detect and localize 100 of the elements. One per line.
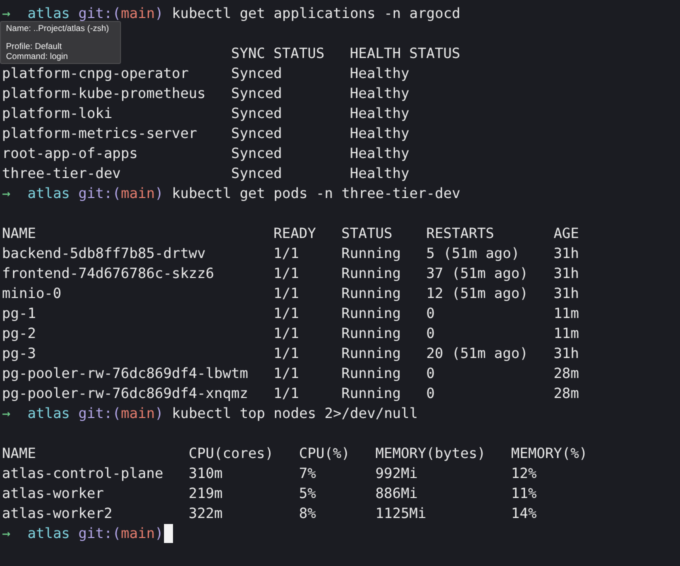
command-text: kubectl get pods -n three-tier-dev <box>172 186 460 202</box>
table-cell-text: 1/1 <box>274 265 300 284</box>
table-cell-text: pg-pooler-rw-76dc869df4-xnqmz <box>2 385 248 404</box>
table-cell-text: 0 <box>426 385 436 404</box>
git-label-close: ) <box>154 526 164 542</box>
column-header: HEALTH STATUS <box>350 45 460 64</box>
table-cell-text: minio-0 <box>2 285 62 304</box>
table-cell-text: Running <box>341 245 401 264</box>
table-cell-text: 12 (51m ago) <box>426 285 528 304</box>
table-cell-text: 11% <box>511 485 538 504</box>
command-text: kubectl top nodes 2>/dev/null <box>172 406 418 422</box>
git-label-close: ) <box>154 6 164 22</box>
table-cell-text: Synced <box>231 105 284 124</box>
command-text: kubectl get applications -n argocd <box>172 6 460 22</box>
column-header: CPU(cores) <box>188 445 274 464</box>
table-cell-text: 28m <box>554 385 580 404</box>
table-cell-text: 7% <box>298 465 317 484</box>
git-branch: main <box>120 406 155 422</box>
tooltip-text: Profile: Default <box>6 41 63 51</box>
table-cell-text: 322m <box>188 505 224 524</box>
table-cell-text: 31h <box>554 265 580 284</box>
table-cell-text: 310m <box>188 465 224 484</box>
table-cell-text: atlas-worker2 <box>2 505 114 524</box>
table-cell-text: Synced <box>231 145 284 164</box>
tooltip-text: Name: ..Project/atlas (-zsh) <box>6 23 110 33</box>
git-label: git:( <box>78 526 121 542</box>
table-cell-text: 28m <box>554 365 580 384</box>
table-cell-text: 1/1 <box>274 365 300 384</box>
table-cell-text: Healthy <box>350 165 410 184</box>
git-branch: main <box>120 186 155 202</box>
table-cell-text: 0 <box>426 305 436 324</box>
tooltip-text: Command: login <box>6 51 69 61</box>
git-label: git:( <box>78 186 121 202</box>
table-cell-text: Running <box>341 325 401 344</box>
table-cell-text: pg-3 <box>2 345 37 364</box>
table-cell-text: Running <box>341 365 401 384</box>
table-cell-text: 1/1 <box>274 325 300 344</box>
prompt-directory: atlas <box>27 6 70 22</box>
column-header: AGE <box>554 225 580 244</box>
table-cell-text: 5% <box>298 485 317 504</box>
table-cell-text: Healthy <box>350 125 410 144</box>
column-header: NAME <box>2 225 37 244</box>
table-cell-text: 12% <box>511 465 538 484</box>
table-cell-text: 14% <box>511 505 538 524</box>
table-cell-text: 1125Mi <box>375 505 428 524</box>
table-cell-text: atlas-worker <box>2 485 105 504</box>
table-cell-text: 992Mi <box>375 465 419 484</box>
table-cell-text: backend-5db8ff7b85-drtwv <box>2 245 207 264</box>
table-cell-text: 11m <box>554 325 580 344</box>
table-cell-text: Healthy <box>350 85 410 104</box>
table-cell-text: 8% <box>298 505 317 524</box>
table-cell-text: Running <box>341 285 401 304</box>
table-cell-text: 886Mi <box>375 485 419 504</box>
table-cell-text: Running <box>341 305 401 324</box>
column-header: SYNC STATUS <box>231 45 324 64</box>
table-cell-text: platform-loki <box>2 105 114 124</box>
git-label-close: ) <box>154 186 164 202</box>
git-branch: main <box>120 526 155 542</box>
table-cell-text: 1/1 <box>274 305 300 324</box>
table-cell-text: three-tier-dev <box>2 165 122 184</box>
table-cell-text: Running <box>341 385 401 404</box>
prompt-arrow: → <box>2 6 10 22</box>
prompt-directory: atlas <box>27 526 70 542</box>
table-cell-text: atlas-control-plane <box>2 465 164 484</box>
prompt-arrow: → <box>2 406 10 422</box>
git-branch: main <box>120 6 155 22</box>
table-cell-text: Healthy <box>350 105 410 124</box>
column-header: RESTARTS <box>426 225 496 244</box>
git-label-close: ) <box>154 406 164 422</box>
table-cell-text: 20 (51m ago) <box>426 345 528 364</box>
table-cell-text: 1/1 <box>274 285 300 304</box>
prompt-arrow: → <box>2 526 10 542</box>
table-cell-text: platform-kube-prometheus <box>2 85 206 104</box>
table-cell-text: Running <box>341 265 401 284</box>
table-cell-text: platform-cnpg-operator <box>2 65 190 84</box>
table-cell-text: 31h <box>554 245 580 264</box>
table-cell-text: Synced <box>231 65 284 84</box>
prompt-directory: atlas <box>27 406 70 422</box>
table-cell-text: 219m <box>188 485 224 504</box>
column-header: MEMORY(%) <box>511 445 588 464</box>
table-cell-text: 1/1 <box>274 385 300 404</box>
prompt-directory: atlas <box>27 186 70 202</box>
table-cell-text: pg-1 <box>2 305 37 324</box>
table-cell-text: Synced <box>231 165 284 184</box>
column-header: READY <box>274 225 316 244</box>
table-cell-text: 31h <box>554 345 580 364</box>
table-cell-text: Synced <box>231 85 284 104</box>
table-cell-text: Running <box>341 345 401 364</box>
table-cell-text: 0 <box>426 365 436 384</box>
table-cell-text: frontend-74d676786c-skzz6 <box>2 265 216 284</box>
table-cell-text: platform-metrics-server <box>2 125 198 144</box>
table-cell-text: 0 <box>426 325 436 344</box>
table-cell-text: 37 (51m ago) <box>426 265 528 284</box>
table-cell-text: root-app-of-apps <box>2 145 139 164</box>
table-cell-text: Synced <box>231 125 284 144</box>
table-cell-text: Healthy <box>350 145 410 164</box>
git-label: git:( <box>78 406 121 422</box>
table-cell-text: 5 (51m ago) <box>426 245 521 264</box>
table-cell-text: pg-pooler-rw-76dc869df4-lbwtm <box>2 365 248 384</box>
table-cell-text: Healthy <box>350 65 410 84</box>
